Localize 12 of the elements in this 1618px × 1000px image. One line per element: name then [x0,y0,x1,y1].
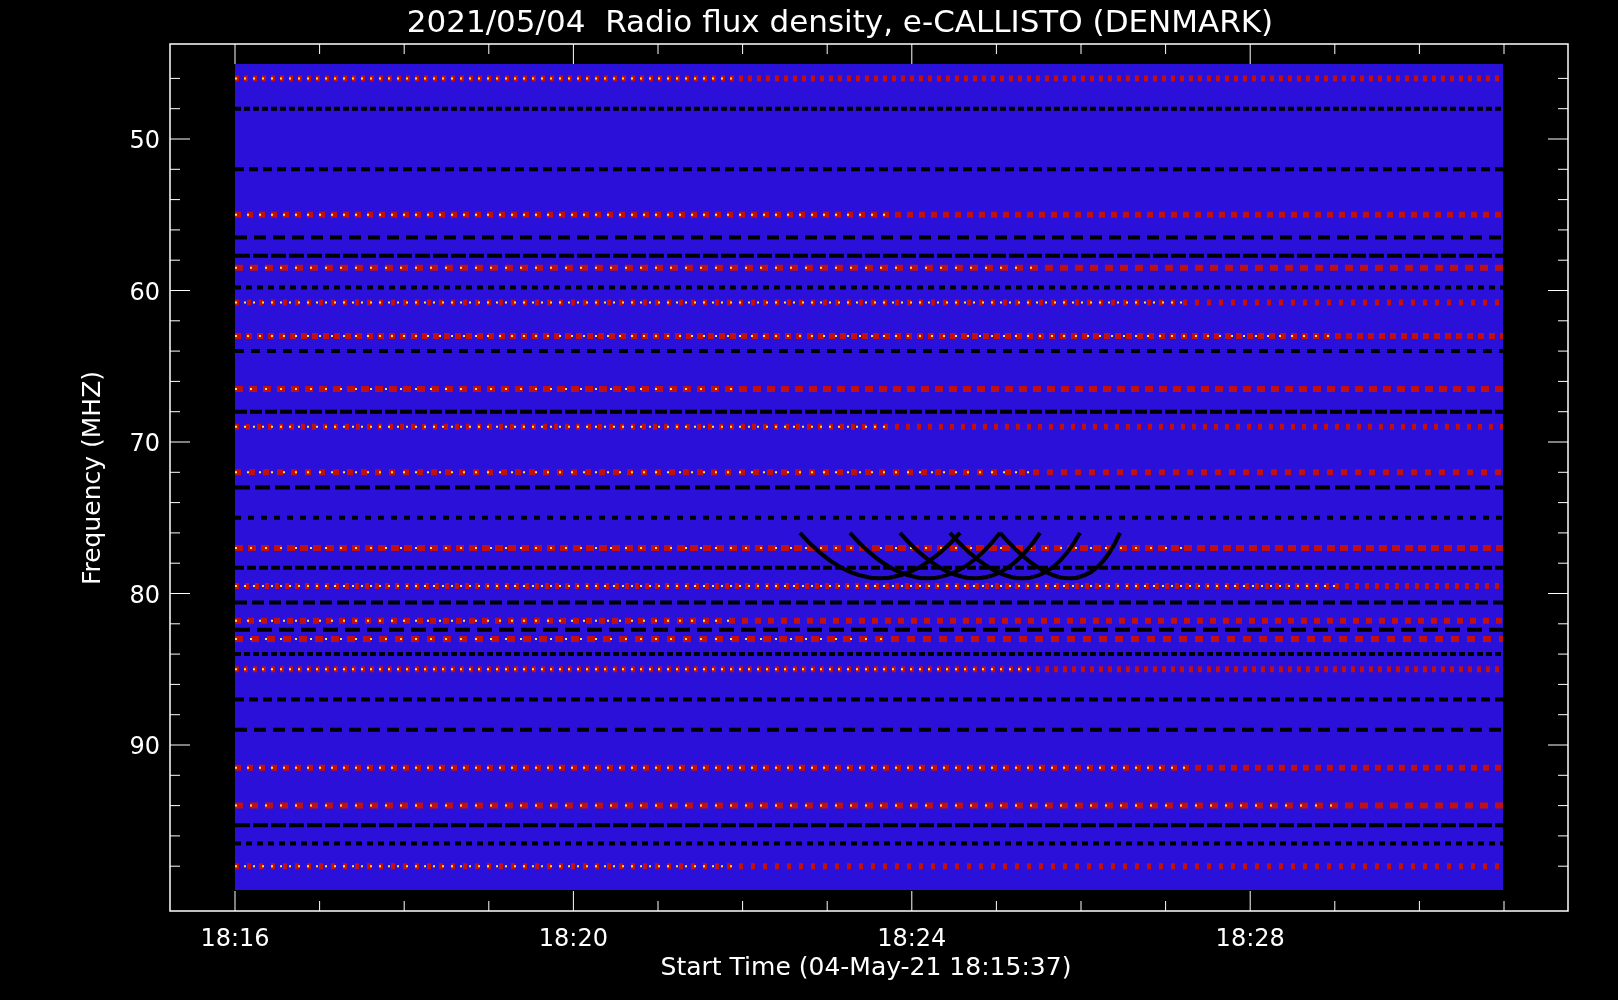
y-tick-label: 70 [129,429,160,457]
y-tick-label: 60 [129,277,160,306]
x-tick-label: 18:24 [877,924,947,952]
y-tick-label: 50 [129,126,160,154]
y-tick-label: 80 [129,580,160,609]
x-axis-label: Start Time (04-May-21 18:15:37) [660,952,1072,981]
x-tick-label: 18:16 [200,924,270,952]
x-tick-label: 18:20 [538,924,608,952]
y-axis-label: Frequency (MHZ) [77,370,106,586]
x-tick-label: 18:28 [1215,924,1285,952]
chart-title: 2021/05/04 Radio flux density, e-CALLISTO (DENMARK) [406,3,1274,39]
y-tick-label: 90 [129,732,160,760]
